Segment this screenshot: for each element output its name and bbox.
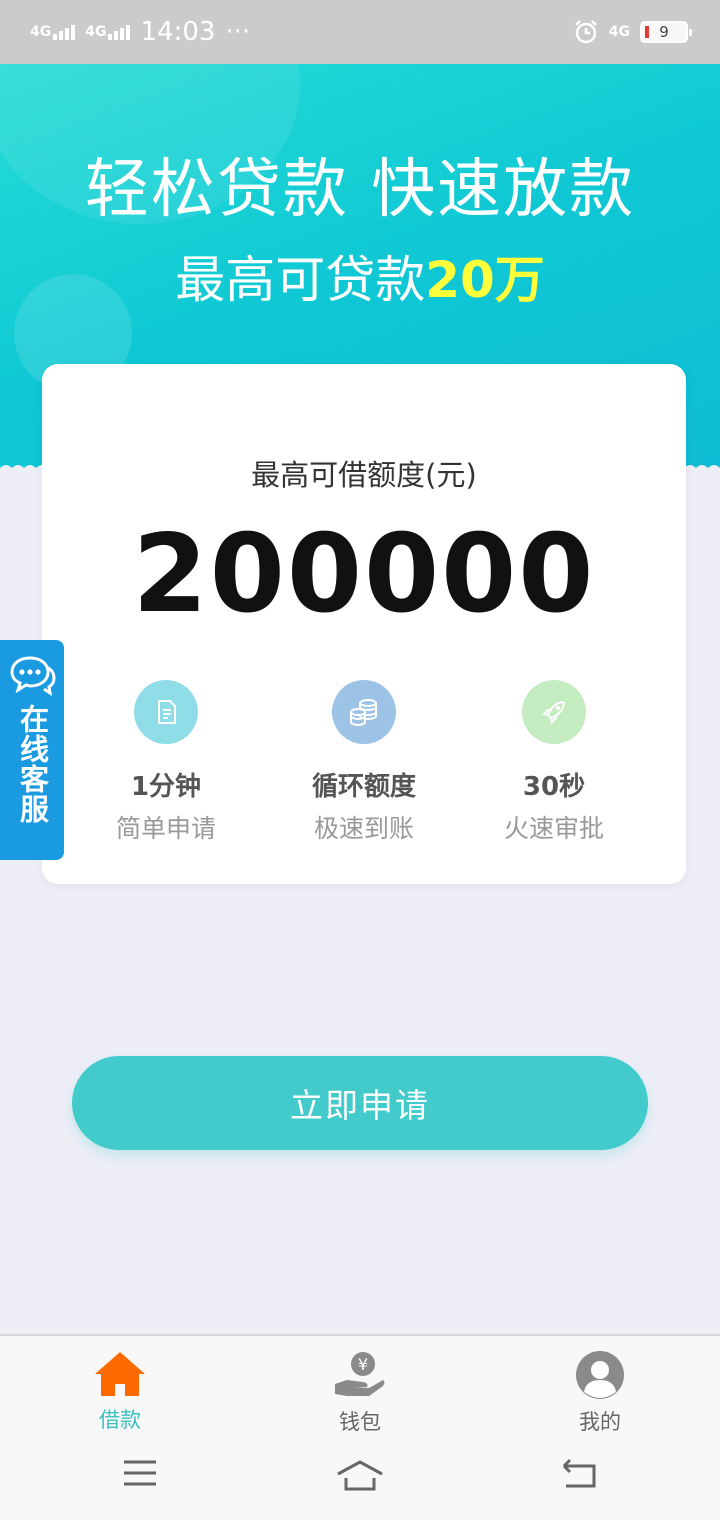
status-time: 14:03: [140, 17, 216, 47]
feature-title: 30秒: [522, 772, 586, 802]
bottom-tab-bar: 借款 ¥ 钱包 我的: [0, 1334, 720, 1440]
home-nav-icon[interactable]: [336, 1458, 384, 1492]
alarm-icon: [574, 20, 597, 44]
network-icon: 4G: [609, 24, 630, 40]
document-icon: [134, 680, 198, 744]
feature-item: 1分钟 简单申请: [66, 680, 266, 845]
status-left: 4G 4G 14:03 ···: [30, 17, 250, 47]
feature-desc: 极速到账: [313, 814, 414, 843]
menu-icon[interactable]: [122, 1458, 158, 1488]
apply-now-button[interactable]: 立即申请: [72, 1056, 648, 1150]
feature-title: 1分钟: [130, 772, 202, 802]
tab-wallet[interactable]: ¥ 钱包: [290, 1350, 430, 1436]
credit-limit-card: 最高可借额度(元) 200000 1分钟 简单申请 循环额度 极速到账 30秒 …: [42, 364, 686, 884]
tab-label: 借款: [99, 1408, 141, 1432]
feature-desc: 简单申请: [115, 814, 216, 843]
system-nav-bar: [0, 1440, 720, 1520]
hero-subtitle: 最高可贷款20万: [0, 240, 720, 312]
svg-text:¥: ¥: [358, 1355, 368, 1374]
rocket-icon: [522, 680, 586, 744]
feature-title: 循环额度: [311, 772, 416, 802]
tab-loan[interactable]: 借款: [50, 1350, 190, 1434]
tab-label: 我的: [579, 1410, 621, 1434]
status-bar: 4G 4G 14:03 ··· 4G 9: [0, 0, 720, 64]
signal-icon: 4G: [30, 24, 76, 40]
coins-icon: [332, 680, 396, 744]
online-service-button[interactable]: 在线客服: [0, 640, 64, 860]
credit-limit-label: 最高可借额度(元): [251, 458, 477, 492]
feature-desc: 火速审批: [503, 814, 604, 843]
more-notifications: ···: [225, 17, 251, 47]
user-icon: [576, 1351, 624, 1399]
chat-icon: [10, 656, 56, 696]
hero-subtitle-highlight: 20万: [425, 251, 545, 309]
feature-item: 循环额度 极速到账: [264, 680, 464, 845]
battery-icon: 9: [640, 21, 692, 43]
online-service-label: 在线客服: [15, 704, 50, 824]
tab-mine[interactable]: 我的: [530, 1350, 670, 1436]
signal-icon: 4G: [85, 24, 131, 40]
wallet-icon: ¥: [335, 1352, 385, 1396]
battery-level: 9: [659, 23, 669, 41]
tab-label: 钱包: [339, 1410, 381, 1434]
hero-title: 轻松贷款 快速放款: [84, 153, 636, 227]
back-icon[interactable]: [560, 1458, 598, 1490]
signal-label: 4G: [30, 24, 52, 40]
status-right: 4G 9: [573, 19, 692, 45]
hero-subtitle-prefix: 最高可贷款: [175, 251, 426, 309]
feature-item: 30秒 火速审批: [454, 680, 654, 845]
credit-limit-amount: 200000: [132, 512, 596, 637]
home-icon: [95, 1352, 145, 1396]
signal-label: 4G: [85, 24, 107, 40]
network-label: 4G: [608, 24, 630, 40]
